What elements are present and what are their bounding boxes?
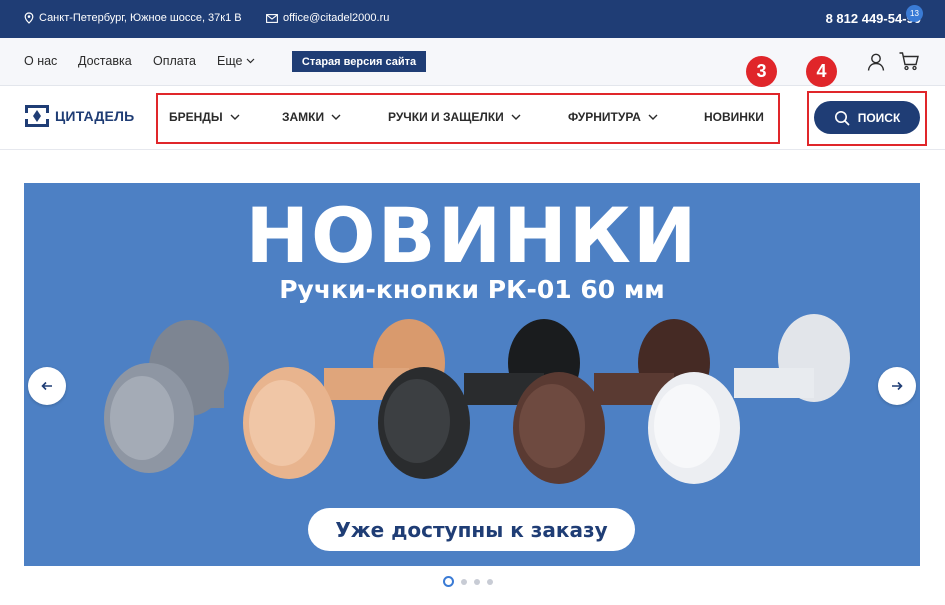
menu-annotation-box <box>156 93 780 144</box>
mail-icon <box>266 13 278 23</box>
banner-cta-button[interactable]: Уже доступны к заказу <box>308 508 635 551</box>
chevron-down-icon <box>247 58 255 64</box>
nav-payment[interactable]: Оплата <box>153 54 196 68</box>
cart-icon[interactable] <box>898 50 920 72</box>
nav-about[interactable]: О нас <box>24 54 57 68</box>
main-header: ЦИТАДЕЛЬ БРЕНДЫ ЗАМКИ РУЧКИ И ЗАЩЕЛКИ ФУ… <box>0 86 945 150</box>
address-text: Санкт-Петербург, Южное шоссе, 37к1 В <box>39 12 242 24</box>
carousel-prev-button[interactable] <box>28 367 66 405</box>
nav-more-label: Еще <box>217 54 243 68</box>
logo-emblem-icon <box>24 105 50 127</box>
email-link[interactable]: office@citadel2000.ru <box>266 12 389 24</box>
carousel-dot-1[interactable] <box>443 576 454 587</box>
nav-delivery[interactable]: Доставка <box>78 54 132 68</box>
arrow-right-icon <box>892 381 903 391</box>
annotation-marker-3: 3 <box>746 56 777 87</box>
nav-more[interactable]: Еще <box>217 54 255 68</box>
old-version-button[interactable]: Старая версия сайта <box>292 51 426 72</box>
carousel-dot-2[interactable] <box>461 578 467 585</box>
address: Санкт-Петербург, Южное шоссе, 37к1 В <box>24 12 242 24</box>
logo[interactable]: ЦИТАДЕЛЬ <box>24 104 134 128</box>
annotation-marker-4: 4 <box>806 56 837 87</box>
carousel-dot-4[interactable] <box>487 578 493 585</box>
knob-grey <box>104 320 229 473</box>
user-icon[interactable] <box>866 52 886 72</box>
cart-count-badge: 13 <box>906 5 923 22</box>
hero-banner[interactable]: НОВИНКИ Ручки-кнопки РК-01 60 мм Уже дос… <box>24 183 920 566</box>
top-bar: Санкт-Петербург, Южное шоссе, 37к1 В off… <box>0 0 945 38</box>
carousel-dot-3[interactable] <box>474 578 480 585</box>
search-icon <box>834 110 850 125</box>
location-pin-icon <box>24 12 34 24</box>
search-button[interactable]: ПОИСК <box>814 101 920 134</box>
secondary-nav: О нас Доставка Оплата Еще Старая версия … <box>0 38 945 86</box>
email-text: office@citadel2000.ru <box>283 12 390 24</box>
carousel-next-button[interactable] <box>878 367 916 405</box>
logo-text: ЦИТАДЕЛЬ <box>55 108 135 124</box>
search-label: ПОИСК <box>857 110 901 125</box>
carousel-pagination <box>443 576 493 587</box>
arrow-left-icon <box>41 381 52 391</box>
